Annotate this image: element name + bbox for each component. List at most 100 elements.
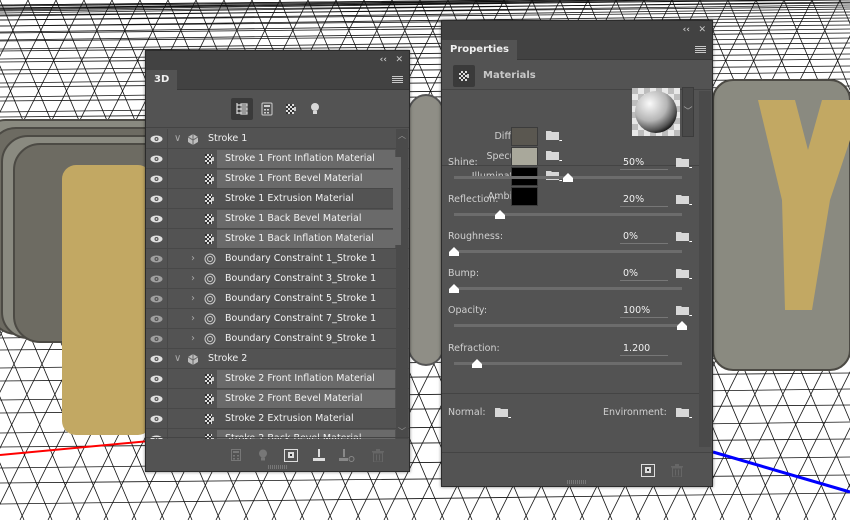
color-swatch[interactable]: [511, 147, 538, 166]
close-icon[interactable]: ✕: [395, 54, 403, 66]
slider-thumb[interactable]: [677, 321, 687, 330]
tab-properties[interactable]: Properties: [442, 40, 517, 60]
preview-dropdown-chevron-icon[interactable]: ﹀: [682, 87, 694, 137]
whole-scene-filter-button[interactable]: [231, 98, 253, 120]
properties-scrollbar[interactable]: [699, 91, 711, 447]
visibility-toggle[interactable]: [146, 269, 168, 289]
material-layer-row[interactable]: Stroke 2 Front Inflation Material: [146, 369, 409, 389]
material-layer-row[interactable]: Stroke 1 Back Inflation Material: [146, 229, 409, 249]
material-layer-row[interactable]: Stroke 1 Back Bevel Material: [146, 209, 409, 229]
texture-menu-button[interactable]: [676, 267, 692, 280]
slider-thumb[interactable]: [494, 210, 505, 219]
panel-menu-icon[interactable]: [392, 76, 403, 84]
render-button[interactable]: [283, 447, 299, 463]
slider-track[interactable]: [449, 284, 682, 293]
chevron-down-icon[interactable]: ∨: [174, 349, 181, 369]
layer-list-scrollbar[interactable]: ︿ ﹀: [393, 129, 408, 439]
visibility-toggle[interactable]: [146, 249, 168, 269]
panel-menu-icon[interactable]: [695, 46, 706, 54]
scrollbar-thumb[interactable]: [393, 157, 401, 245]
constraint-layer-row[interactable]: › Boundary Constraint 3_Stroke 1: [146, 269, 409, 289]
close-icon[interactable]: ✕: [698, 24, 706, 36]
slider-thumb[interactable]: [449, 284, 459, 293]
visibility-toggle[interactable]: [146, 189, 168, 209]
material-layer-row[interactable]: Stroke 1 Extrusion Material: [146, 189, 409, 209]
visibility-toggle[interactable]: [146, 349, 168, 369]
visibility-toggle[interactable]: [146, 169, 168, 189]
slider-thumb[interactable]: [471, 359, 482, 368]
layer-group-row[interactable]: ∨ Stroke 2: [146, 349, 409, 369]
visibility-toggle[interactable]: [146, 369, 168, 389]
scroll-up-icon[interactable]: ︿: [396, 129, 408, 143]
delete-button[interactable]: [370, 447, 386, 463]
value-field[interactable]: 20%: [620, 193, 668, 207]
texture-menu-button[interactable]: [546, 129, 562, 142]
chevron-down-icon[interactable]: ∨: [174, 129, 181, 149]
slider-track[interactable]: [454, 359, 682, 368]
meshes-filter-button[interactable]: [256, 98, 278, 120]
resize-grip[interactable]: [567, 480, 587, 484]
constraint-layer-row[interactable]: › Boundary Constraint 5_Stroke 1: [146, 289, 409, 309]
remove-object-button[interactable]: [339, 447, 355, 463]
environment-texture-button[interactable]: [676, 406, 692, 419]
slider-thumb[interactable]: [449, 247, 459, 256]
slider-track[interactable]: [454, 210, 682, 219]
value-field[interactable]: 0%: [620, 267, 668, 281]
visibility-toggle[interactable]: [146, 149, 168, 169]
visibility-toggle[interactable]: [146, 129, 168, 149]
texture-menu-button[interactable]: [676, 230, 692, 243]
resize-grip[interactable]: [267, 465, 288, 469]
visibility-toggle[interactable]: [146, 309, 168, 329]
materials-type-button[interactable]: [453, 65, 475, 87]
collapse-icon[interactable]: ‹‹: [683, 24, 690, 36]
collapse-icon[interactable]: ‹‹: [380, 54, 387, 66]
visibility-toggle[interactable]: [146, 289, 168, 309]
value-field[interactable]: 1.200: [620, 342, 668, 356]
3d-layer-list[interactable]: ∨ Stroke 1 Stroke 1 Front Inflation Materi…: [146, 129, 409, 439]
render-settings-button[interactable]: [228, 447, 244, 463]
materials-filter-button[interactable]: [280, 98, 302, 120]
ground-plane-button[interactable]: [311, 447, 327, 463]
delete-button[interactable]: [669, 462, 685, 478]
chevron-right-icon[interactable]: ›: [191, 249, 195, 269]
chevron-right-icon[interactable]: ›: [191, 289, 195, 309]
tab-3d[interactable]: 3D: [146, 70, 178, 90]
visibility-toggle[interactable]: [146, 409, 168, 429]
chevron-right-icon[interactable]: ›: [191, 329, 195, 349]
value-field[interactable]: 0%: [620, 230, 668, 244]
render-button[interactable]: [640, 462, 656, 478]
texture-menu-button[interactable]: [676, 193, 692, 206]
constraint-layer-row[interactable]: › Boundary Constraint 7_Stroke 1: [146, 309, 409, 329]
visibility-toggle[interactable]: [146, 329, 168, 349]
value-field[interactable]: 100%: [620, 304, 668, 318]
panel-3d-titlebar[interactable]: ‹‹ ✕: [146, 51, 409, 70]
material-layer-row[interactable]: Stroke 2 Front Bevel Material: [146, 389, 409, 409]
slider-track[interactable]: [449, 247, 682, 256]
color-swatch[interactable]: [511, 187, 538, 206]
constraint-layer-row[interactable]: › Boundary Constraint 1_Stroke 1: [146, 249, 409, 269]
add-light-button[interactable]: [255, 447, 271, 463]
texture-menu-button[interactable]: [546, 149, 562, 162]
material-layer-row[interactable]: Stroke 2 Extrusion Material: [146, 409, 409, 429]
3d-viewport[interactable]: [0, 0, 850, 520]
properties-titlebar[interactable]: ‹‹ ✕: [442, 21, 712, 40]
material-layer-row[interactable]: Stroke 1 Front Inflation Material: [146, 149, 409, 169]
constraint-layer-row[interactable]: › Boundary Constraint 9_Stroke 1: [146, 329, 409, 349]
slider-track[interactable]: [454, 173, 682, 182]
color-swatch[interactable]: [511, 127, 538, 146]
visibility-toggle[interactable]: [146, 209, 168, 229]
slider-track[interactable]: [454, 321, 687, 330]
visibility-toggle[interactable]: [146, 229, 168, 249]
normal-texture-button[interactable]: [495, 406, 511, 419]
layer-group-row[interactable]: ∨ Stroke 1: [146, 129, 409, 149]
material-layer-row[interactable]: Stroke 1 Front Bevel Material: [146, 169, 409, 189]
texture-menu-button[interactable]: [676, 304, 692, 317]
material-preview[interactable]: [632, 88, 680, 136]
slider-thumb[interactable]: [563, 173, 573, 182]
visibility-toggle[interactable]: [146, 389, 168, 409]
lights-filter-button[interactable]: [304, 98, 326, 120]
chevron-right-icon[interactable]: ›: [191, 269, 195, 289]
value-field[interactable]: 50%: [620, 156, 668, 170]
texture-menu-button[interactable]: [676, 156, 692, 169]
chevron-right-icon[interactable]: ›: [191, 309, 195, 329]
